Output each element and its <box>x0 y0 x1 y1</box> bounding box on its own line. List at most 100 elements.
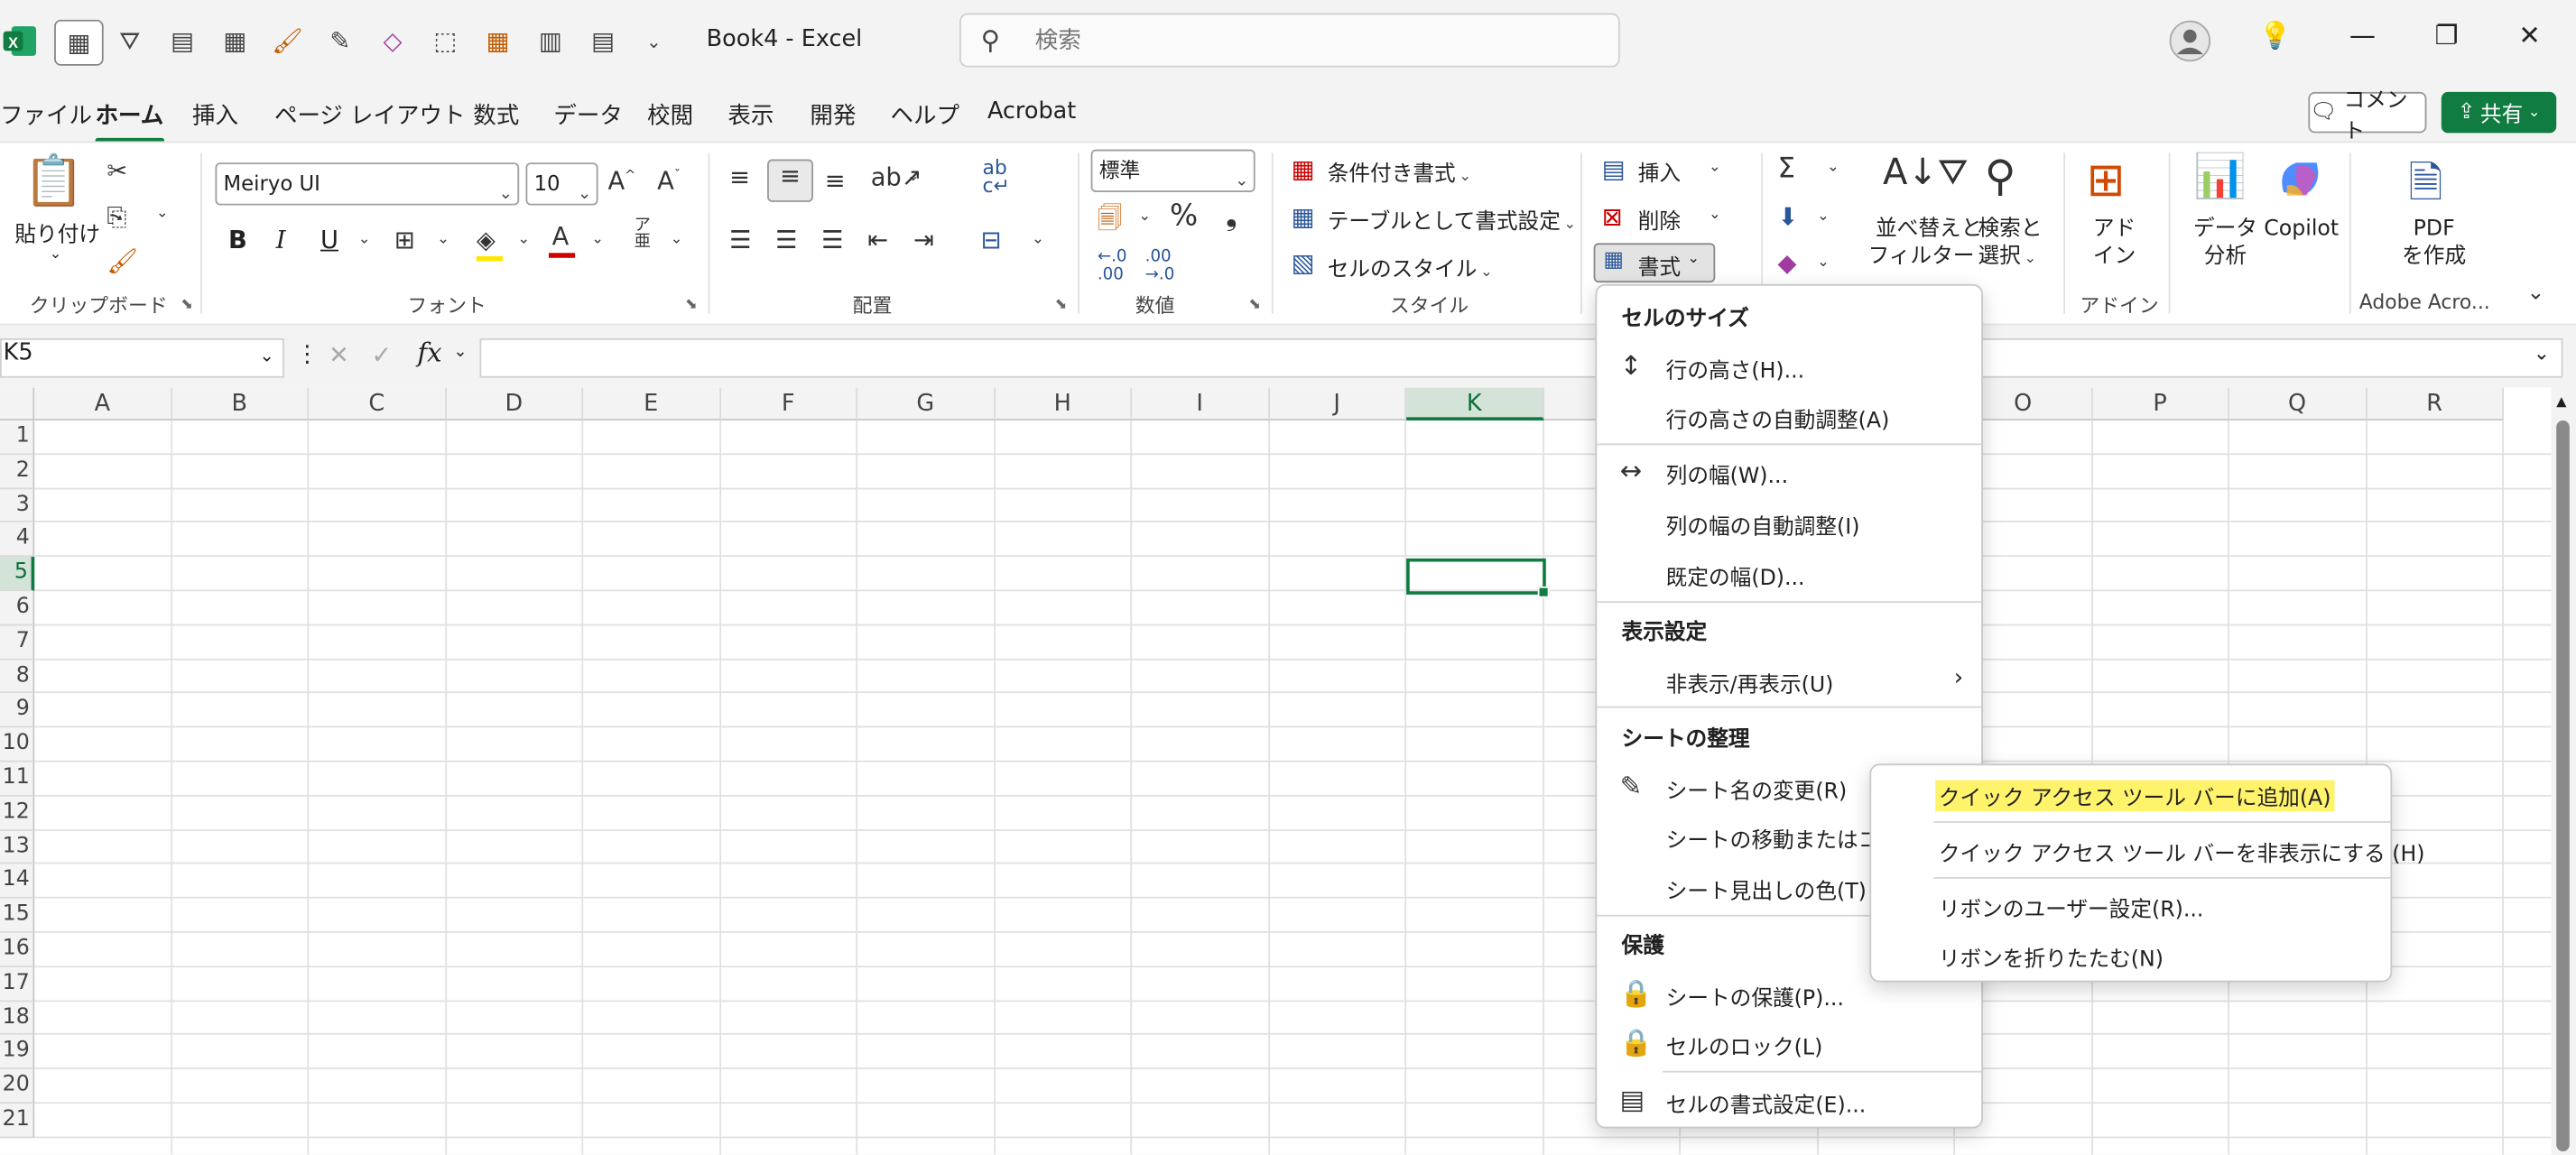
select-all-corner[interactable] <box>0 387 35 420</box>
font-size-select[interactable]: 10 ⌄ <box>525 162 598 206</box>
table-icon[interactable]: ▤ <box>162 20 202 62</box>
insert-dropdown-icon[interactable]: ⌄ <box>1709 160 1721 176</box>
phonetic-icon[interactable]: ア亜 <box>635 217 651 251</box>
cell-styles-button[interactable]: セルのスタイル ⌄ <box>1328 251 1493 282</box>
row-header-5[interactable]: 5 <box>0 557 35 592</box>
delete-dropdown-icon[interactable]: ⌄ <box>1709 207 1721 223</box>
bold-button[interactable]: B <box>228 225 247 254</box>
row-header-2[interactable]: 2 <box>0 454 35 489</box>
row-header-18[interactable]: 18 <box>0 1001 35 1036</box>
row-header-14[interactable]: 14 <box>0 864 35 899</box>
fill-color-dropdown-icon[interactable]: ⌄ <box>517 232 530 248</box>
merge-center-icon[interactable]: ⊟ <box>981 225 1002 254</box>
paste-button[interactable]: 貼り付け <box>14 217 100 248</box>
row-header-20[interactable]: 20 <box>0 1069 35 1104</box>
percent-icon[interactable]: % <box>1170 199 1198 233</box>
column-header-C[interactable]: C <box>309 387 447 420</box>
copy-icon[interactable]: ⎘ <box>107 202 126 232</box>
row-header-8[interactable]: 8 <box>0 659 35 694</box>
accounting-dropdown-icon[interactable]: ⌄ <box>1138 208 1151 225</box>
collapse-ribbon-item[interactable]: リボンを折りたたむ(N) <box>1873 929 2389 979</box>
minimize-icon[interactable]: — <box>2349 20 2376 51</box>
delete-cells-button[interactable]: 削除 <box>1638 204 1681 235</box>
vertical-scrollbar[interactable]: ▲ <box>2551 387 2576 1155</box>
align-bottom-icon[interactable]: ≡ <box>825 166 846 196</box>
columns-icon[interactable]: ▥ <box>531 20 570 62</box>
active-cell[interactable] <box>1406 558 1550 598</box>
font-color-dropdown-icon[interactable]: ⌄ <box>591 232 604 248</box>
addins-icon[interactable]: ⊞ <box>2087 152 2126 207</box>
filter-icon[interactable]: ⛛ <box>110 20 150 62</box>
create-pdf-icon[interactable]: 🗎 <box>2408 152 2442 225</box>
row-header-1[interactable]: 1 <box>0 420 35 455</box>
data-analysis-icon[interactable]: 📊 <box>2193 152 2247 202</box>
create-pdf-button[interactable]: PDF を作成 <box>2402 215 2466 271</box>
row-header-10[interactable]: 10 <box>0 727 35 762</box>
function-dropdown-icon[interactable]: ⌄ <box>453 343 467 361</box>
decrease-decimal-icon[interactable]: .00 →.0 <box>1145 248 1175 284</box>
decrease-indent-icon[interactable]: ⇤ <box>867 225 888 254</box>
column-header-I[interactable]: I <box>1132 387 1270 420</box>
eraser-icon[interactable]: ◇ <box>373 20 412 62</box>
row-height-item[interactable]: ↕ 行の高さ(H)... <box>1598 342 1979 392</box>
align-top-icon[interactable]: ≡ <box>729 162 750 192</box>
default-width-item[interactable]: 既定の幅(D)... <box>1598 549 1979 598</box>
font-name-select[interactable]: Meiryo UI ⌄ <box>215 162 520 206</box>
row-header-6[interactable]: 6 <box>0 591 35 626</box>
row-header-21[interactable]: 21 <box>0 1104 35 1139</box>
border-icon[interactable]: ⬚ <box>425 20 465 62</box>
row-header-12[interactable]: 12 <box>0 796 35 831</box>
restore-icon[interactable]: ❐ <box>2435 20 2459 51</box>
data-analysis-button[interactable]: データ 分析 <box>2193 215 2257 271</box>
font-launcher-icon[interactable]: ⬊ <box>685 297 698 313</box>
row-header-4[interactable]: 4 <box>0 522 35 558</box>
merge-dropdown-icon[interactable]: ⌄ <box>1032 232 1044 248</box>
conditional-format-button[interactable]: 条件付き書式 ⌄ <box>1328 156 1471 187</box>
formula-input[interactable] <box>479 337 2563 378</box>
align-left-icon[interactable]: ☰ <box>729 225 751 254</box>
row-header-9[interactable]: 9 <box>0 693 35 728</box>
format-painter-icon[interactable]: 🖌 <box>268 20 308 62</box>
border-icon[interactable]: ⊞ <box>394 225 415 254</box>
row-header-16[interactable]: 16 <box>0 932 35 967</box>
row-header-11[interactable]: 11 <box>0 762 35 797</box>
sort-filter-button[interactable]: 並べ替えと フィルター ⌄ <box>1868 215 1990 274</box>
tab-2[interactable]: 挿入 <box>192 98 238 131</box>
find-select-button[interactable]: 検索と 選択 ⌄ <box>1978 215 2043 274</box>
autosum-icon[interactable]: Σ <box>1777 152 1795 185</box>
column-width-item[interactable]: ↔ 列の幅(W)... <box>1598 447 1979 496</box>
customize-qat-icon[interactable]: ⌄ <box>635 20 674 62</box>
orientation-dropdown-icon[interactable]: ⌄ <box>907 169 920 185</box>
column-header-F[interactable]: F <box>720 387 858 420</box>
scroll-up-icon[interactable]: ▲ <box>2556 394 2566 409</box>
close-icon[interactable]: ✕ <box>2518 20 2540 51</box>
search-box[interactable]: ⚲ <box>959 13 1620 68</box>
expand-formula-icon[interactable]: ⌄ <box>2534 342 2550 365</box>
fill-color-icon[interactable]: ◈ <box>476 225 503 262</box>
find-select-icon[interactable]: ⚲ <box>1985 152 2016 202</box>
decrease-font-icon[interactable]: Aˇ <box>657 166 681 196</box>
tab-8[interactable]: 開発 <box>810 98 856 131</box>
edit-table-icon[interactable]: ✎ <box>320 20 360 62</box>
row-header-19[interactable]: 19 <box>0 1035 35 1070</box>
align-right-icon[interactable]: ☰ <box>821 225 843 254</box>
lightbulb-icon[interactable]: 💡 <box>2259 20 2292 51</box>
format-cells-item[interactable]: ▤ セルの書式設定(E)... <box>1598 1076 1979 1125</box>
add-to-qat-item[interactable]: クイック アクセス ツール バーに追加(A) <box>1873 769 2389 818</box>
tab-3[interactable]: ページ レイアウト <box>274 98 465 131</box>
column-header-J[interactable]: J <box>1269 387 1407 420</box>
comma-style-icon[interactable]: ❟ <box>1226 199 1237 233</box>
italic-button[interactable]: I <box>276 225 286 254</box>
column-header-P[interactable]: P <box>2092 387 2230 420</box>
insert-cells-button[interactable]: 挿入 <box>1638 156 1681 187</box>
grid-table-icon[interactable]: ▦ <box>215 20 255 62</box>
insert-function-icon[interactable]: fx <box>417 337 441 368</box>
row-header-7[interactable]: 7 <box>0 625 35 660</box>
row-header-15[interactable]: 15 <box>0 898 35 933</box>
list-icon[interactable]: ▤ <box>583 20 623 62</box>
clear-icon[interactable]: ◆ <box>1777 248 1796 278</box>
increase-indent-icon[interactable]: ⇥ <box>913 225 934 254</box>
column-header-B[interactable]: B <box>171 387 310 420</box>
column-header-R[interactable]: R <box>2366 387 2504 420</box>
cancel-icon[interactable]: ✕ <box>329 340 349 370</box>
